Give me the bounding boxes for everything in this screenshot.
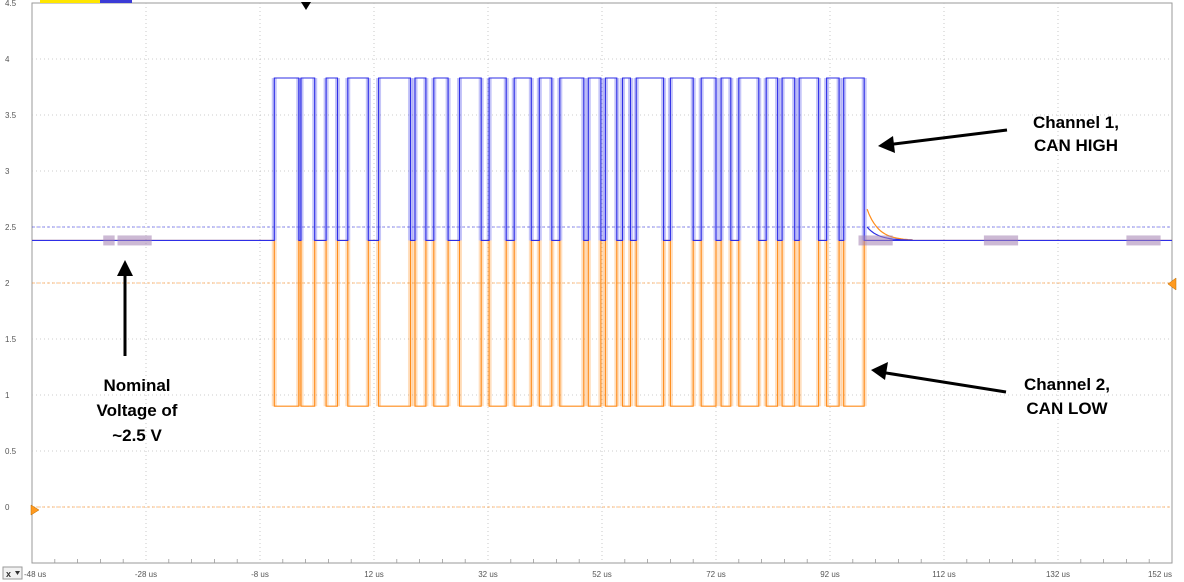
y-tick-label: 2: [5, 279, 10, 288]
x-tick-label: 12 us: [364, 570, 384, 579]
y-tick-label: 0: [5, 503, 10, 512]
oscilloscope-chart: 0 0.5 1 1.5 2 2.5 3 3.5 4 4.5 -48 us -28 us -8 us 12…: [0, 0, 1184, 582]
recessive-noise-blob: [103, 235, 115, 246]
x-axis-button-label: x: [6, 569, 11, 579]
y-tick-label: 2.5: [5, 223, 17, 232]
ch1-label-line2: CAN HIGH: [1034, 136, 1118, 155]
nominal-label-line2: Voltage of: [97, 401, 178, 420]
y-tick-label: 0.5: [5, 447, 17, 456]
x-tick-label: -8 us: [251, 570, 269, 579]
x-tick-label: 92 us: [820, 570, 840, 579]
x-tick-label: 52 us: [592, 570, 612, 579]
ch1-label-line1: Channel 1,: [1033, 113, 1119, 132]
ch2-label-line1: Channel 2,: [1024, 375, 1110, 394]
recessive-noise-blob: [983, 235, 1019, 246]
y-tick-label: 4: [5, 55, 10, 64]
x-tick-label: -48 us: [24, 570, 46, 579]
y-tick-label: 4.5: [5, 0, 17, 8]
ch1-scale-indicator: [40, 0, 100, 3]
chart-background: [0, 0, 1184, 582]
nominal-label-line1: Nominal: [103, 376, 170, 395]
x-tick-label: 152 us: [1148, 570, 1172, 579]
nominal-label-line3: ~2.5 V: [112, 426, 162, 445]
y-tick-label: 1.5: [5, 335, 17, 344]
x-tick-label: 112 us: [932, 570, 955, 579]
x-tick-label: 132 us: [1046, 570, 1070, 579]
x-tick-label: 32 us: [478, 570, 498, 579]
y-tick-label: 1: [5, 391, 10, 400]
y-tick-label: 3: [5, 167, 10, 176]
x-tick-label: -28 us: [135, 570, 157, 579]
ch2-scale-indicator: [100, 0, 132, 3]
x-axis-button[interactable]: x: [2, 566, 23, 580]
recessive-noise-blob: [1126, 235, 1161, 246]
x-tick-label: 72 us: [706, 570, 726, 579]
ch2-label-line2: CAN LOW: [1026, 399, 1108, 418]
recessive-noise-blob: [858, 235, 893, 246]
y-tick-label: 3.5: [5, 111, 17, 120]
recessive-noise-blob: [117, 235, 152, 246]
